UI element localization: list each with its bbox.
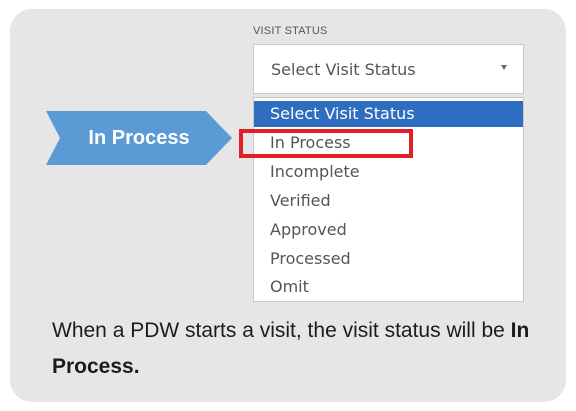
callout-label: In Process [88,127,190,149]
visit-status-selected-value: Select Visit Status [271,60,416,79]
dropdown-caret-icon [501,65,507,70]
option-incomplete[interactable]: Incomplete [254,159,523,185]
option-approved[interactable]: Approved [254,217,523,243]
option-omit[interactable]: Omit [254,274,523,300]
visit-status-dropdown-list: Select Visit Status In Process Incomplet… [253,97,524,302]
in-process-highlight-box [239,129,413,158]
visit-status-select[interactable]: Select Visit Status [253,44,524,94]
caption-text: When a PDW starts a visit, the visit sta… [52,319,511,342]
instruction-caption: When a PDW starts a visit, the visit sta… [52,313,552,385]
option-verified[interactable]: Verified [254,188,523,214]
visit-status-label: VISIT STATUS [253,25,328,37]
in-process-callout-arrow: In Process [46,111,232,165]
option-select-visit-status[interactable]: Select Visit Status [254,101,523,127]
option-processed[interactable]: Processed [254,246,523,272]
